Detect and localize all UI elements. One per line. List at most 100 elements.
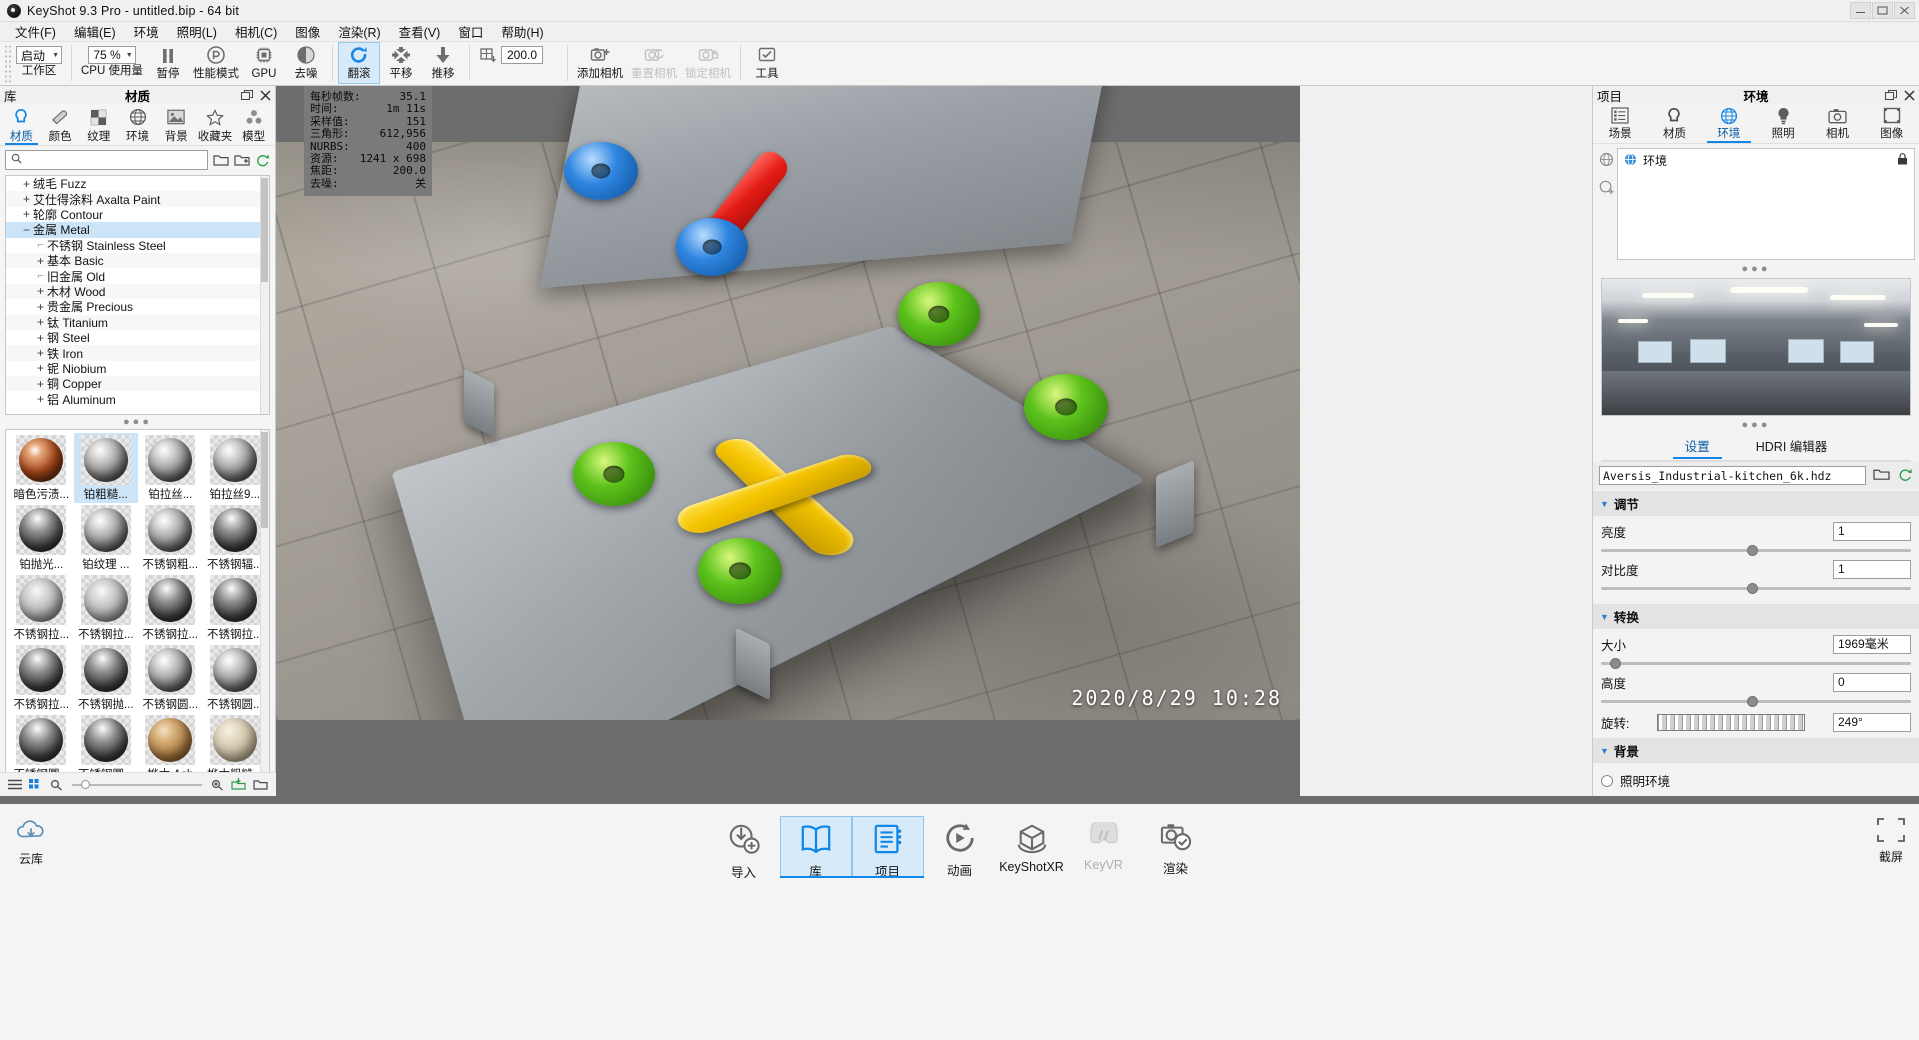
tree-scroll-thumb[interactable] [261, 178, 268, 282]
material-thumbnail-10[interactable]: 不锈钢拉... [74, 573, 139, 643]
close-icon[interactable] [1894, 2, 1915, 19]
project-tab-2[interactable]: 材质 [1647, 104, 1701, 143]
tree-toggle-icon[interactable]: + [34, 300, 47, 314]
project-tab-3[interactable]: 环境 [1702, 104, 1756, 143]
toolbar-grip[interactable] [4, 44, 12, 84]
undock-panel-icon[interactable] [241, 90, 253, 101]
material-thumbnail-16[interactable]: 不锈钢圆... [203, 643, 268, 713]
tree-item-15[interactable]: + 铝 Aluminum [6, 391, 269, 406]
menu-help[interactable]: 帮助(H) [492, 20, 552, 43]
cloud-library-button[interactable]: 云库 [14, 818, 48, 867]
adjust-section-header[interactable]: ▼ 调节 [1593, 491, 1919, 516]
zoom-icon[interactable] [50, 779, 63, 791]
performance-mode-button[interactable]: 性能模式 [189, 42, 243, 84]
denoise-button[interactable]: 去噪 [285, 42, 327, 84]
folder-icon[interactable] [253, 778, 268, 791]
render-viewport[interactable]: 2020/8/29 10:28 每秒帧数: 35.1 时间: 1m 11s 采样值: 15… [276, 86, 1300, 796]
tree-item-5[interactable]: ⌐ 不锈钢 Stainless Steel [6, 238, 269, 253]
radio-icon[interactable] [1601, 775, 1613, 787]
library-add-folder-icon[interactable] [234, 153, 250, 167]
tree-toggle-icon[interactable]: + [34, 361, 47, 375]
transform-section-header[interactable]: ▼ 转换 [1593, 604, 1919, 629]
pause-button[interactable]: 暂停 [147, 42, 189, 84]
tree-item-14[interactable]: + 铜 Copper [6, 376, 269, 391]
bottom-button-库[interactable]: 库 [780, 816, 852, 878]
search-input[interactable] [26, 153, 202, 167]
tree-item-1[interactable]: + 绒毛 Fuzz [6, 176, 269, 191]
library-tab-3[interactable]: 纹理 [79, 104, 118, 145]
tree-toggle-icon[interactable]: + [34, 392, 47, 406]
background-section-header[interactable]: ▼ 背景 [1593, 738, 1919, 763]
tree-toggle-icon[interactable]: − [20, 223, 33, 237]
lock-icon[interactable] [1897, 153, 1908, 165]
pan-tool-button[interactable]: 平移 [380, 42, 422, 84]
view-angle-value[interactable]: 200.0 [501, 46, 543, 64]
material-thumbnail-grid[interactable]: 暗色污渍... 铂粗糙... 铂拉丝... 铂拉丝9... 铂抛光... 铂纹理 ... 不… [5, 429, 270, 795]
grid-scrollbar[interactable] [260, 430, 269, 794]
tree-toggle-icon[interactable]: + [34, 346, 47, 360]
project-tab-6[interactable]: 图像 [1865, 104, 1919, 143]
material-thumbnail-11[interactable]: 不锈钢拉... [138, 573, 203, 643]
list-view-icon[interactable] [8, 779, 22, 791]
tree-item-8[interactable]: + 木材 Wood [6, 284, 269, 299]
minimize-icon[interactable] [1850, 2, 1871, 19]
material-thumbnail-6[interactable]: 铂纹理 ... [74, 503, 139, 573]
tree-scrollbar[interactable] [260, 176, 269, 414]
rotation-spinner[interactable] [1657, 714, 1805, 731]
tree-toggle-icon[interactable]: + [34, 284, 47, 298]
tree-item-6[interactable]: + 基本 Basic [6, 253, 269, 268]
library-refresh-icon[interactable] [255, 153, 270, 167]
menu-image[interactable]: 图像 [286, 20, 329, 43]
tree-toggle-icon[interactable]: + [34, 377, 47, 391]
workspace-selector[interactable]: 启动 ▼ 工作区 [12, 42, 66, 84]
library-splitter-handle[interactable]: ●●● [0, 415, 275, 429]
add-environment-icon[interactable] [1599, 180, 1614, 198]
size-value[interactable]: 1969毫米 [1833, 635, 1911, 654]
maximize-icon[interactable] [1872, 2, 1893, 19]
project-tab-4[interactable]: 照明 [1756, 104, 1810, 143]
size-slider[interactable] [1601, 656, 1911, 670]
tree-item-11[interactable]: + 钢 Steel [6, 330, 269, 345]
grid-view-icon[interactable] [29, 779, 43, 791]
contrast-slider[interactable] [1601, 581, 1911, 595]
cpu-usage-combo[interactable]: 75 % ▼ [88, 46, 135, 64]
library-tab-4[interactable]: 环境 [118, 104, 157, 145]
menu-environment[interactable]: 环境 [125, 20, 168, 43]
open-folder-icon[interactable] [1873, 467, 1890, 485]
environment-list[interactable]: 环境 [1617, 148, 1915, 260]
bottom-button-keyvr[interactable]: KeyVR [1068, 816, 1140, 878]
hdri-file-input[interactable] [1599, 466, 1866, 485]
close-panel-icon[interactable] [260, 90, 271, 101]
settings-tab-1[interactable]: 设置 [1673, 436, 1722, 459]
library-tab-1[interactable]: 材质 [2, 104, 41, 145]
library-tab-7[interactable]: 模型 [234, 104, 273, 145]
menu-file[interactable]: 文件(F) [6, 20, 65, 43]
tree-toggle-icon[interactable]: + [20, 192, 33, 206]
contrast-value[interactable]: 1 [1833, 560, 1911, 579]
thumbnail-size-slider[interactable] [72, 778, 202, 792]
height-value[interactable]: 0 [1833, 673, 1911, 692]
tree-toggle-icon[interactable]: + [20, 177, 33, 191]
settings-splitter-handle[interactable]: ●●● [1593, 416, 1919, 432]
library-search-box[interactable] [5, 150, 208, 170]
menu-lighting[interactable]: 照明(L) [168, 20, 226, 43]
add-camera-button[interactable]: 添加相机 [573, 42, 627, 84]
material-thumbnail-1[interactable]: 暗色污渍... [9, 433, 74, 503]
material-thumbnail-12[interactable]: 不锈钢拉... [203, 573, 268, 643]
environment-list-item[interactable]: 环境 [1618, 149, 1914, 169]
settings-tab-2[interactable]: HDRI 编辑器 [1744, 436, 1840, 459]
search-plus-icon[interactable] [211, 779, 224, 791]
material-thumbnail-7[interactable]: 不锈钢粗... [138, 503, 203, 573]
material-thumbnail-8[interactable]: 不锈钢辐... [203, 503, 268, 573]
tree-item-7[interactable]: ⌐ 旧金属 Old [6, 268, 269, 283]
tree-item-12[interactable]: + 铁 Iron [6, 345, 269, 360]
tools-button[interactable]: 工具 [746, 42, 788, 84]
lock-camera-button[interactable]: 锁定相机 [681, 42, 735, 84]
material-thumbnail-4[interactable]: 铂拉丝9... [203, 433, 268, 503]
download-icon[interactable] [231, 778, 246, 791]
material-thumbnail-15[interactable]: 不锈钢圆... [138, 643, 203, 713]
view-angle-control[interactable]: 200.0 [475, 42, 553, 84]
material-thumbnail-13[interactable]: 不锈钢拉... [9, 643, 74, 713]
menu-view[interactable]: 查看(V) [390, 20, 450, 43]
grid-scroll-thumb[interactable] [261, 432, 268, 528]
